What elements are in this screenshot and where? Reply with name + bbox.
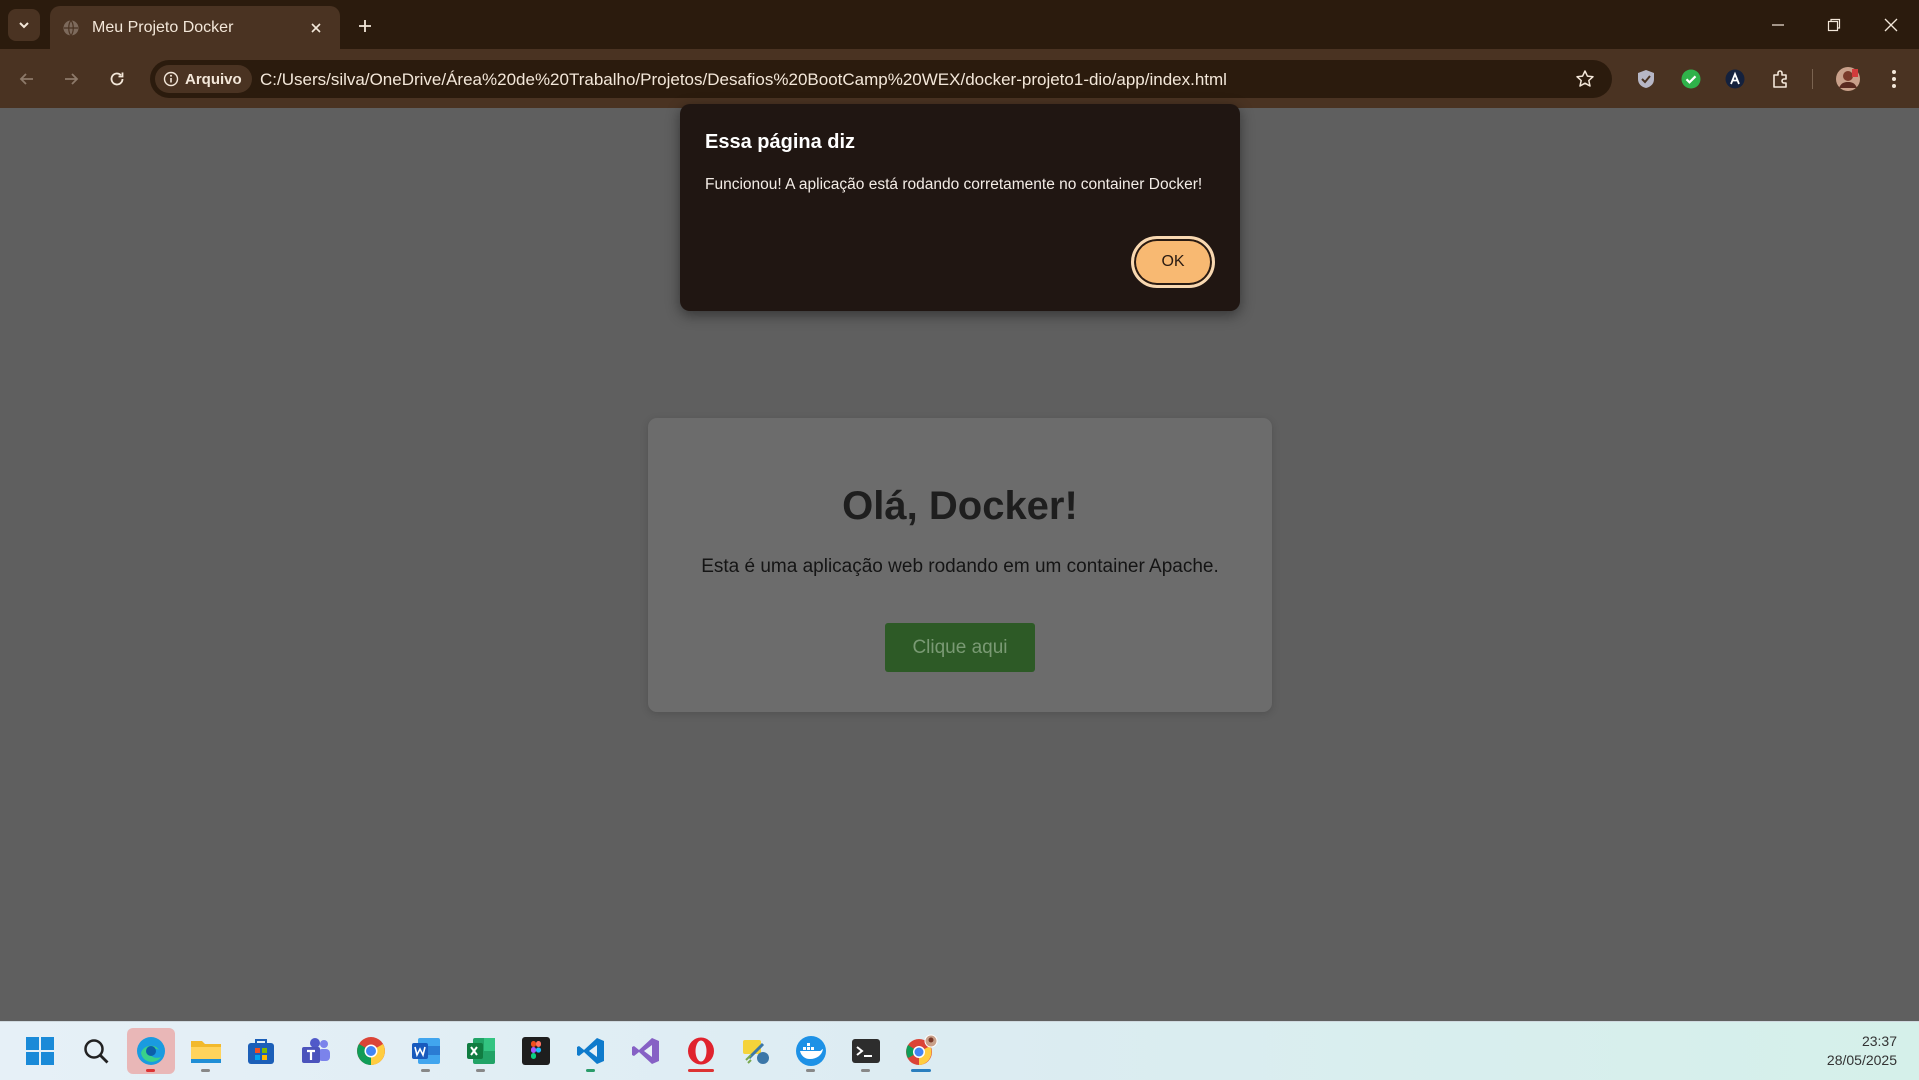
excel-icon bbox=[467, 1038, 495, 1064]
close-tab-icon[interactable] bbox=[304, 16, 328, 40]
page-description: Esta é uma aplicação web rodando em um c… bbox=[701, 556, 1219, 577]
arrow-right-icon bbox=[65, 73, 79, 85]
site-info-label: Arquivo bbox=[185, 70, 242, 88]
taskbar-app-figma[interactable] bbox=[512, 1028, 560, 1074]
figma-icon bbox=[522, 1037, 550, 1065]
click-here-button[interactable]: Clique aqui bbox=[885, 623, 1035, 672]
minimize-button[interactable] bbox=[1750, 0, 1806, 49]
clock-time: 23:37 bbox=[1861, 1033, 1897, 1049]
taskbar-app-excel[interactable] bbox=[457, 1028, 505, 1074]
search-taskbar-button[interactable] bbox=[72, 1028, 120, 1074]
taskbar-app-opera[interactable] bbox=[677, 1028, 725, 1074]
puzzle-extensions-icon[interactable] bbox=[1767, 65, 1795, 93]
green-check-extension-icon[interactable] bbox=[1677, 65, 1705, 93]
clock-date: 28/05/2025 bbox=[1826, 1052, 1897, 1068]
tab-strip: Meu Projeto Docker bbox=[0, 0, 1919, 49]
taskbar-app-terminal[interactable] bbox=[842, 1028, 890, 1074]
page-heading: Olá, Docker! bbox=[842, 484, 1078, 528]
tab-search-button[interactable] bbox=[8, 9, 40, 41]
dialog-title: Essa página diz bbox=[705, 131, 856, 153]
system-clock[interactable]: 23:37 28/05/2025 bbox=[1827, 1032, 1897, 1070]
info-icon bbox=[163, 71, 179, 87]
content-card: Olá, Docker! Esta é uma aplicação web ro… bbox=[648, 418, 1272, 712]
taskbar-app-python[interactable] bbox=[732, 1028, 780, 1074]
dialog-message: Funcionou! A aplicação está rodando corr… bbox=[705, 176, 1203, 193]
ok-button[interactable]: OK bbox=[1131, 236, 1215, 288]
restore-button[interactable] bbox=[1806, 0, 1862, 49]
profile-avatar[interactable] bbox=[1834, 65, 1862, 93]
start-button[interactable] bbox=[16, 1028, 64, 1074]
bookmark-star-icon[interactable] bbox=[1574, 68, 1596, 90]
vscode-icon bbox=[577, 1038, 604, 1064]
chevron-down-icon bbox=[19, 22, 29, 29]
taskbar-app-teams[interactable] bbox=[292, 1028, 340, 1074]
chrome-icon bbox=[357, 1037, 385, 1065]
teams-icon bbox=[302, 1038, 330, 1063]
restore-icon bbox=[1827, 18, 1841, 31]
taskbar-app-chrome-profile[interactable] bbox=[897, 1028, 945, 1074]
minimize-icon bbox=[1772, 23, 1784, 26]
shield-extension-icon[interactable] bbox=[1632, 65, 1660, 93]
reload-icon bbox=[110, 72, 124, 86]
folder-icon bbox=[191, 1041, 221, 1063]
close-window-button[interactable] bbox=[1863, 0, 1919, 49]
alert-dialog: Essa página diz Funcionou! A aplicação e… bbox=[680, 104, 1240, 311]
arrow-left-icon bbox=[19, 73, 33, 85]
reload-button[interactable] bbox=[101, 63, 133, 95]
taskbar-app-docker[interactable] bbox=[787, 1028, 835, 1074]
taskbar-app-vscode[interactable] bbox=[567, 1028, 615, 1074]
globe-icon bbox=[62, 19, 80, 37]
site-info-chip[interactable]: Arquivo bbox=[155, 65, 252, 93]
taskbar-app-edge[interactable] bbox=[127, 1028, 175, 1074]
back-button[interactable] bbox=[11, 63, 43, 95]
visual-studio-icon bbox=[632, 1038, 659, 1064]
url-text[interactable]: C:/Users/silva/OneDrive/Área%20de%20Trab… bbox=[260, 70, 1227, 90]
letter-a-extension-icon[interactable] bbox=[1721, 65, 1749, 93]
terminal-icon bbox=[852, 1039, 880, 1063]
word-icon bbox=[412, 1038, 440, 1064]
kebab-menu-icon[interactable] bbox=[1880, 65, 1908, 93]
taskbar-app-file-explorer[interactable] bbox=[182, 1028, 230, 1074]
toolbar-divider bbox=[1812, 69, 1813, 89]
search-icon bbox=[84, 1039, 109, 1064]
taskbar-app-store[interactable] bbox=[237, 1028, 285, 1074]
taskbar-app-chrome[interactable] bbox=[347, 1028, 395, 1074]
new-tab-button[interactable] bbox=[352, 13, 378, 39]
docker-icon bbox=[796, 1036, 826, 1066]
forward-button[interactable] bbox=[55, 63, 87, 95]
address-bar[interactable]: Arquivo C:/Users/silva/OneDrive/Área%20d… bbox=[150, 60, 1612, 98]
tab-title: Meu Projeto Docker bbox=[92, 18, 234, 36]
opera-icon bbox=[688, 1037, 714, 1065]
python-icon bbox=[743, 1040, 769, 1064]
browser-tab[interactable]: Meu Projeto Docker bbox=[50, 6, 340, 49]
windows-logo-icon bbox=[26, 1037, 54, 1065]
edge-icon bbox=[137, 1037, 165, 1065]
close-icon bbox=[1884, 18, 1898, 31]
windows-taskbar: 23:37 28/05/2025 bbox=[0, 1021, 1919, 1080]
chrome-profile-icon bbox=[906, 1034, 938, 1065]
plus-icon bbox=[359, 20, 371, 32]
store-icon bbox=[248, 1039, 274, 1064]
browser-toolbar: Arquivo C:/Users/silva/OneDrive/Área%20d… bbox=[0, 49, 1919, 108]
taskbar-app-visual-studio[interactable] bbox=[622, 1028, 670, 1074]
taskbar-app-word[interactable] bbox=[402, 1028, 450, 1074]
